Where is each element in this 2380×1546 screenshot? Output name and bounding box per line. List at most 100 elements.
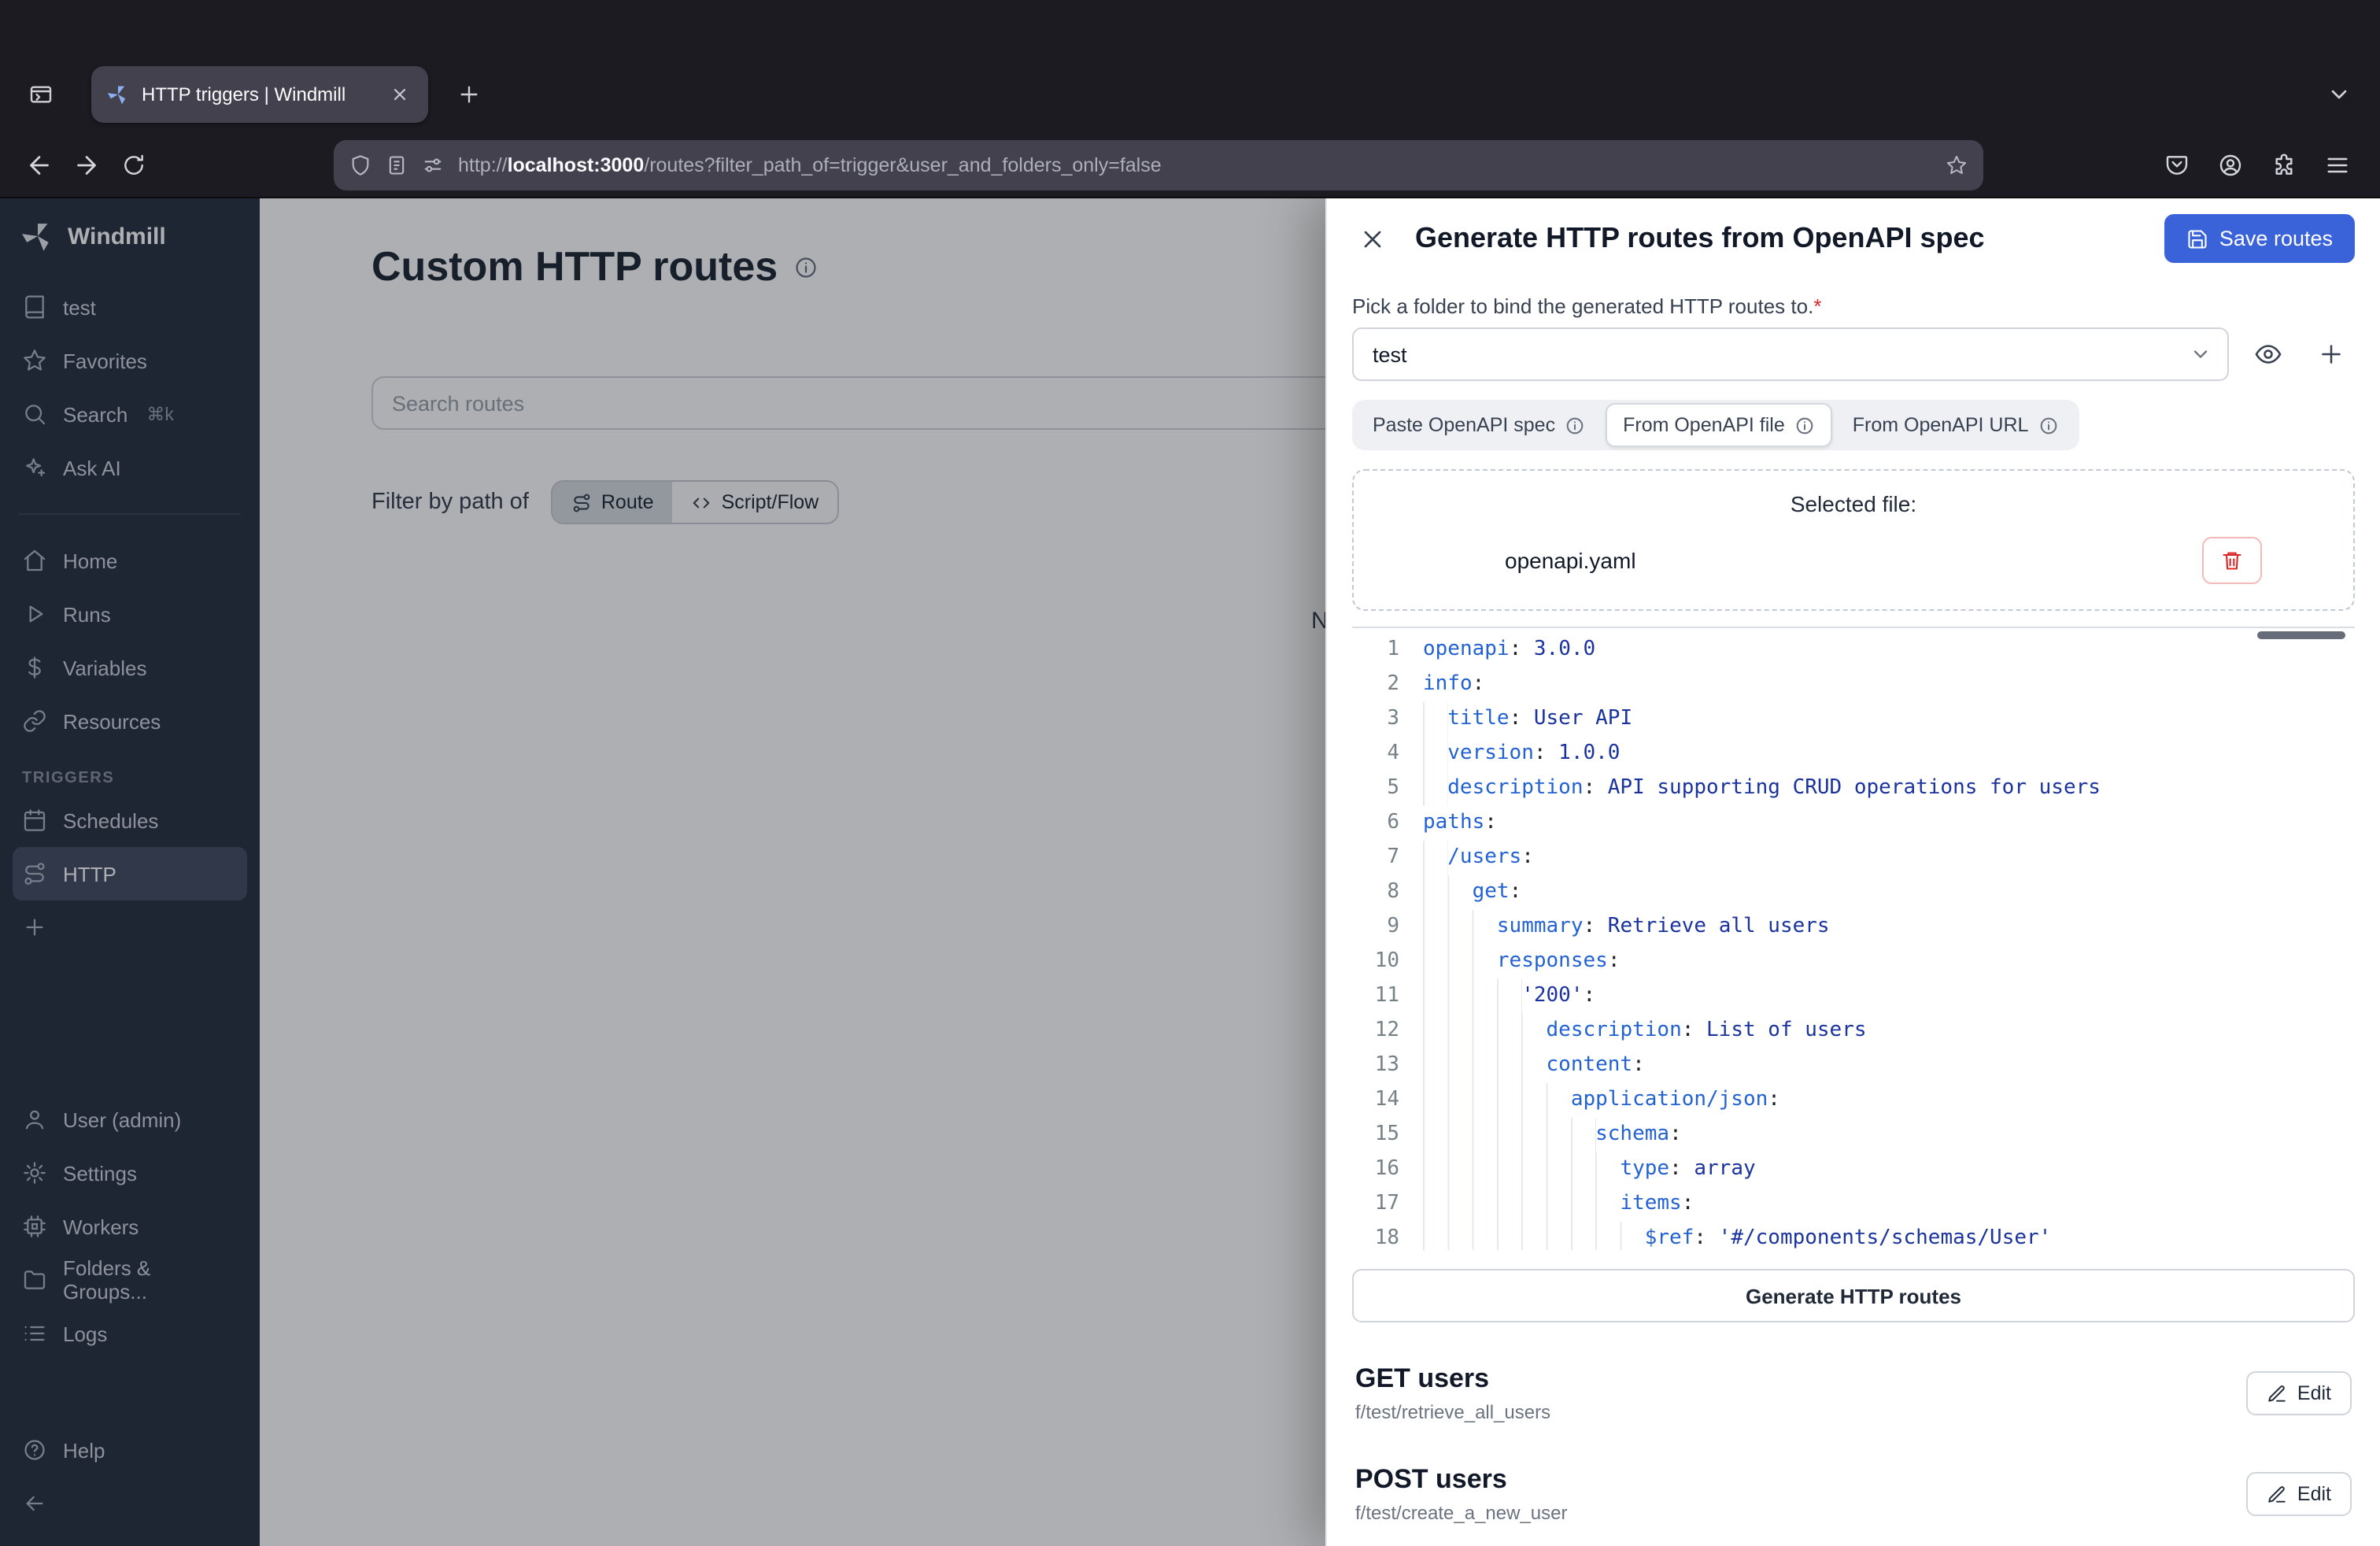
pencil-icon: [2267, 1383, 2288, 1404]
line-number: 10: [1352, 945, 1399, 980]
tab-close-icon[interactable]: [384, 79, 416, 110]
line-number: 4: [1352, 738, 1399, 772]
folder-select[interactable]: test: [1352, 328, 2229, 382]
line-number: 15: [1352, 1119, 1399, 1153]
code-line[interactable]: 6paths:: [1352, 807, 2355, 841]
code-line[interactable]: 3title: User API: [1352, 703, 2355, 738]
code-line[interactable]: 1openapi: 3.0.0: [1352, 634, 2355, 668]
line-number: 12: [1352, 1015, 1399, 1049]
code-line[interactable]: 18$ref: '#/components/schemas/User': [1352, 1222, 2355, 1251]
reload-icon[interactable]: [110, 141, 157, 188]
line-number: 11: [1352, 980, 1399, 1015]
browser-tabstrip: HTTP triggers | Windmill: [0, 0, 2380, 132]
route-path: f/test/create_a_new_user: [1355, 1502, 1568, 1524]
route-title: POST users: [1355, 1464, 1568, 1496]
plus-icon: [2317, 341, 2345, 369]
preview-folder-button[interactable]: [2245, 331, 2292, 379]
line-number: 6: [1352, 807, 1399, 841]
code-line[interactable]: 2info:: [1352, 668, 2355, 703]
site-info-icon[interactable]: [386, 153, 408, 176]
code-line[interactable]: 12description: List of users: [1352, 1015, 2355, 1049]
selected-file-name: openapi.yaml: [1505, 549, 1636, 574]
generate-routes-button[interactable]: Generate HTTP routes: [1352, 1270, 2355, 1322]
add-folder-button[interactable]: [2308, 331, 2355, 379]
menu-icon[interactable]: [2314, 141, 2361, 188]
edit-route-button[interactable]: Edit: [2247, 1371, 2352, 1415]
line-number: 17: [1352, 1188, 1399, 1222]
save-routes-button[interactable]: Save routes: [2164, 214, 2355, 263]
required-asterisk: *: [1813, 295, 1821, 319]
list-all-tabs-icon[interactable]: [2314, 69, 2364, 120]
code-line[interactable]: 4version: 1.0.0: [1352, 738, 2355, 772]
close-icon[interactable]: [1352, 218, 1393, 259]
code-line[interactable]: 9summary: Retrieve all users: [1352, 911, 2355, 945]
tab-url-label: From OpenAPI URL: [1853, 415, 2029, 437]
code-line[interactable]: 17items:: [1352, 1188, 2355, 1222]
route-title: GET users: [1355, 1363, 1550, 1395]
navbar-actions: [2153, 141, 2364, 188]
line-number: 18: [1352, 1222, 1399, 1251]
bookmark-star-icon[interactable]: [1946, 153, 1968, 176]
trash-icon: [2221, 550, 2243, 572]
folder-select-value: test: [1373, 343, 2190, 367]
tracking-shield-icon[interactable]: [349, 153, 371, 176]
remove-file-button[interactable]: [2202, 538, 2262, 585]
browser-navbar: http://localhost:3000/routes?filter_path…: [0, 132, 2380, 198]
extensions-icon[interactable]: [2260, 141, 2308, 188]
code-line[interactable]: 16type: array: [1352, 1153, 2355, 1188]
url-text[interactable]: http://localhost:3000/routes?filter_path…: [458, 153, 1931, 176]
selected-file-label: Selected file:: [1354, 492, 2353, 517]
drawer-title: Generate HTTP routes from OpenAPI spec: [1415, 222, 1985, 255]
info-icon: [1565, 416, 1585, 436]
forward-icon[interactable]: [63, 141, 110, 188]
firefox-view-icon[interactable]: [16, 69, 66, 120]
line-number: 5: [1352, 772, 1399, 807]
code-line[interactable]: 8get:: [1352, 876, 2355, 911]
code-line[interactable]: 13content:: [1352, 1049, 2355, 1084]
code-line[interactable]: 11'200':: [1352, 980, 2355, 1015]
edit-label: Edit: [2297, 1382, 2331, 1404]
browser-tab[interactable]: HTTP triggers | Windmill: [91, 66, 428, 123]
screen: HTTP triggers | Windmill http://localhos…: [0, 0, 2380, 1546]
url-bar[interactable]: http://localhost:3000/routes?filter_path…: [334, 139, 1983, 190]
pocket-icon[interactable]: [2153, 141, 2201, 188]
line-number: 13: [1352, 1049, 1399, 1084]
editor-scrollbar-thumb[interactable]: [2257, 632, 2345, 640]
tab-paste-spec[interactable]: Paste OpenAPI spec: [1355, 404, 1602, 448]
selected-file-box: Selected file: openapi.yaml: [1352, 470, 2355, 612]
edit-route-button[interactable]: Edit: [2247, 1472, 2352, 1516]
new-tab-button[interactable]: [444, 69, 494, 120]
eye-icon: [2254, 341, 2282, 369]
pencil-icon: [2267, 1484, 2288, 1504]
permissions-toggle-icon[interactable]: [422, 153, 444, 176]
windmill-favicon: [107, 83, 129, 105]
route-item: GET users f/test/retrieve_all_users Edit: [1352, 1344, 2355, 1445]
line-number: 16: [1352, 1153, 1399, 1188]
tab-paste-label: Paste OpenAPI spec: [1373, 415, 1555, 437]
back-icon[interactable]: [16, 141, 63, 188]
route-item: POST users f/test/create_a_new_user Edit: [1352, 1445, 2355, 1546]
folder-label: Pick a folder to bind the generated HTTP…: [1352, 295, 2355, 319]
code-line[interactable]: 10responses:: [1352, 945, 2355, 980]
tab-from-url[interactable]: From OpenAPI URL: [1835, 404, 2076, 448]
drawer-header: Generate HTTP routes from OpenAPI spec S…: [1352, 198, 2355, 279]
line-number: 2: [1352, 668, 1399, 703]
tab-title: HTTP triggers | Windmill: [142, 83, 371, 105]
code-line[interactable]: 15schema:: [1352, 1119, 2355, 1153]
line-number: 1: [1352, 634, 1399, 668]
code-line[interactable]: 14application/json:: [1352, 1084, 2355, 1119]
route-path: f/test/retrieve_all_users: [1355, 1401, 1550, 1423]
code-line[interactable]: 7/users:: [1352, 841, 2355, 876]
code-lines: 1openapi: 3.0.02info:3title: User API4ve…: [1352, 634, 2355, 1251]
line-number: 7: [1352, 841, 1399, 876]
info-icon: [2038, 416, 2058, 436]
page: Windmill test Favorites Search ⌘k: [0, 198, 2380, 1546]
spec-source-tabs: Paste OpenAPI spec From OpenAPI file Fro…: [1352, 401, 2079, 451]
account-icon[interactable]: [2207, 141, 2254, 188]
drawer-backdrop[interactable]: [0, 198, 1325, 1546]
code-editor[interactable]: 1openapi: 3.0.02info:3title: User API4ve…: [1352, 627, 2355, 1251]
tab-from-file[interactable]: From OpenAPI file: [1606, 404, 1832, 448]
line-number: 3: [1352, 703, 1399, 738]
line-number: 8: [1352, 876, 1399, 911]
code-line[interactable]: 5description: API supporting CRUD operat…: [1352, 772, 2355, 807]
